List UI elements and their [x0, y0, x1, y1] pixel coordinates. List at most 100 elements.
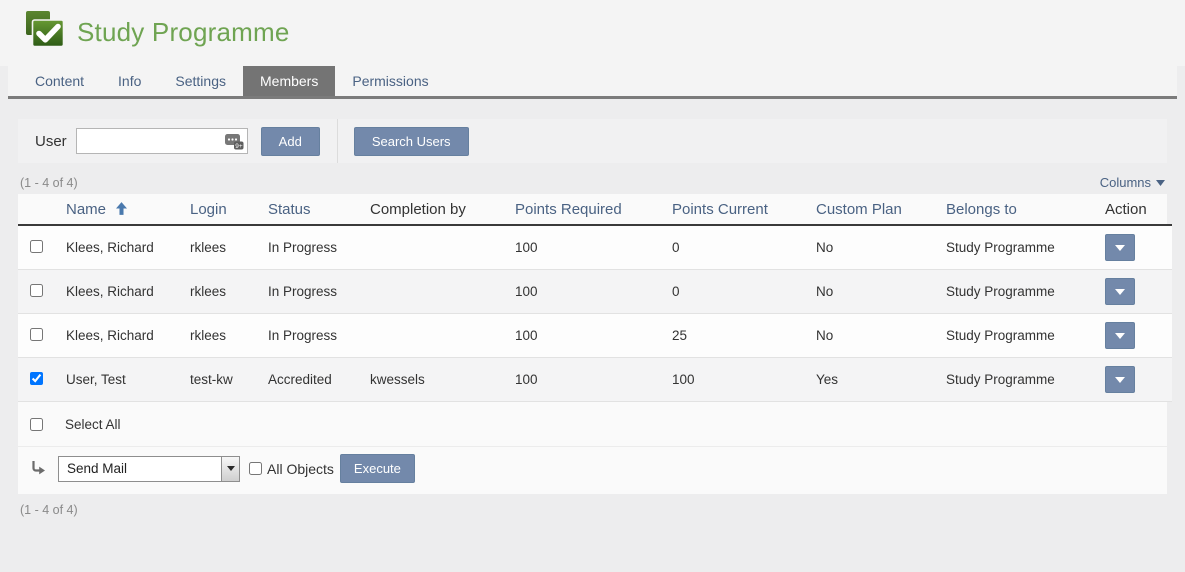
- member-points-current-cell: 0: [662, 270, 806, 314]
- row-select-checkbox[interactable]: [30, 372, 43, 385]
- add-button[interactable]: Add: [261, 127, 320, 156]
- members-table: Name Login Status Completion by Points R…: [18, 194, 1172, 402]
- member-belongs-to-cell: Study Programme: [936, 270, 1095, 314]
- column-header-completion-by: Completion by: [360, 194, 505, 225]
- pagination-top: (1 - 4 of 4): [20, 176, 78, 190]
- tab-bar: Content Info Settings Members Permission…: [8, 66, 1177, 99]
- all-objects-checkbox[interactable]: [249, 462, 262, 475]
- member-custom-plan-cell: Yes: [806, 358, 936, 402]
- svg-text:9+: 9+: [235, 143, 243, 150]
- member-status-cell: In Progress: [258, 225, 360, 270]
- select-all-checkbox[interactable]: [30, 418, 43, 431]
- page-header: Study Programme: [0, 0, 1185, 66]
- row-select-checkbox[interactable]: [30, 328, 43, 341]
- user-field-label: User: [35, 133, 67, 150]
- bulk-actions-row: Send Mail All Objects Execute: [18, 446, 1167, 494]
- member-status-cell: In Progress: [258, 314, 360, 358]
- column-header-status[interactable]: Status: [258, 194, 360, 225]
- table-meta-row: (1 - 4 of 4) Columns: [20, 175, 1165, 190]
- member-login-cell: rklees: [180, 314, 258, 358]
- member-belongs-to-cell: Study Programme: [936, 225, 1095, 270]
- member-name-cell: Klees, Richard: [56, 225, 180, 270]
- members-table-body: Klees, Richard rklees In Progress 100 0 …: [18, 225, 1172, 402]
- row-select-checkbox[interactable]: [30, 240, 43, 253]
- caret-down-icon: [1115, 377, 1125, 383]
- sort-ascending-icon: [116, 202, 127, 215]
- member-points-current-cell: 0: [662, 225, 806, 270]
- row-actions-dropdown-button[interactable]: [1105, 278, 1135, 305]
- pagination-bottom: (1 - 4 of 4): [20, 503, 1165, 517]
- caret-down-icon: [1115, 289, 1125, 295]
- caret-down-icon: [227, 466, 235, 471]
- caret-down-icon: [1115, 245, 1125, 251]
- all-objects-label: All Objects: [267, 461, 334, 477]
- member-row: Klees, Richard rklees In Progress 100 0 …: [18, 225, 1172, 270]
- apply-to-selection-arrow-icon: [30, 460, 46, 481]
- search-users-button[interactable]: Search Users: [354, 127, 469, 156]
- user-toolbar: User 9+ Add Search Users: [18, 119, 1167, 163]
- member-custom-plan-cell: No: [806, 225, 936, 270]
- member-login-cell: test-kw: [180, 358, 258, 402]
- member-status-cell: In Progress: [258, 270, 360, 314]
- column-header-login[interactable]: Login: [180, 194, 258, 225]
- bulk-action-select[interactable]: Send Mail: [58, 456, 240, 482]
- member-row: Klees, Richard rklees In Progress 100 0 …: [18, 270, 1172, 314]
- study-programme-icon: [25, 10, 65, 55]
- member-belongs-to-cell: Study Programme: [936, 314, 1095, 358]
- member-points-required-cell: 100: [505, 314, 662, 358]
- column-header-name-label: Name: [66, 201, 106, 218]
- member-custom-plan-cell: No: [806, 270, 936, 314]
- column-header-points-required[interactable]: Points Required: [505, 194, 662, 225]
- member-points-required-cell: 100: [505, 270, 662, 314]
- execute-button[interactable]: Execute: [340, 454, 415, 483]
- member-points-required-cell: 100: [505, 358, 662, 402]
- tab-content[interactable]: Content: [18, 66, 101, 96]
- row-actions-dropdown-button[interactable]: [1105, 322, 1135, 349]
- tab-members[interactable]: Members: [243, 66, 335, 96]
- user-autocomplete-icon: 9+: [224, 133, 244, 155]
- column-header-custom-plan[interactable]: Custom Plan: [806, 194, 936, 225]
- column-header-name[interactable]: Name: [56, 194, 180, 225]
- member-custom-plan-cell: No: [806, 314, 936, 358]
- page-title: Study Programme: [77, 17, 290, 48]
- table-header-row: Name Login Status Completion by Points R…: [18, 194, 1172, 225]
- caret-down-icon: [1115, 333, 1125, 339]
- row-actions-dropdown-button[interactable]: [1105, 366, 1135, 393]
- tab-info[interactable]: Info: [101, 66, 158, 96]
- member-login-cell: rklees: [180, 270, 258, 314]
- member-completion-by-cell: kwessels: [360, 358, 505, 402]
- member-points-required-cell: 100: [505, 225, 662, 270]
- chevron-down-icon: [1156, 180, 1165, 186]
- toolbar-separator: [337, 119, 338, 163]
- member-points-current-cell: 25: [662, 314, 806, 358]
- tab-settings[interactable]: Settings: [158, 66, 243, 96]
- row-select-checkbox[interactable]: [30, 284, 43, 297]
- select-all-label: Select All: [65, 417, 121, 432]
- select-all-row: Select All: [18, 402, 1167, 446]
- member-points-current-cell: 100: [662, 358, 806, 402]
- members-table-container: Name Login Status Completion by Points R…: [18, 194, 1167, 494]
- user-search-input[interactable]: [76, 128, 248, 154]
- member-name-cell: Klees, Richard: [56, 270, 180, 314]
- member-row: Klees, Richard rklees In Progress 100 25…: [18, 314, 1172, 358]
- member-belongs-to-cell: Study Programme: [936, 358, 1095, 402]
- header-checkbox-spacer: [18, 194, 56, 225]
- column-header-action: Action: [1095, 194, 1172, 225]
- columns-dropdown-label: Columns: [1100, 175, 1151, 190]
- member-name-cell: User, Test: [56, 358, 180, 402]
- row-actions-dropdown-button[interactable]: [1105, 234, 1135, 261]
- member-row: User, Test test-kw Accredited kwessels 1…: [18, 358, 1172, 402]
- member-completion-by-cell: [360, 225, 505, 270]
- bulk-action-selected-value: Send Mail: [59, 461, 127, 476]
- member-name-cell: Klees, Richard: [56, 314, 180, 358]
- all-objects-option: All Objects: [249, 461, 334, 477]
- member-completion-by-cell: [360, 314, 505, 358]
- member-completion-by-cell: [360, 270, 505, 314]
- column-header-points-current[interactable]: Points Current: [662, 194, 806, 225]
- tab-permissions[interactable]: Permissions: [335, 66, 445, 96]
- member-status-cell: Accredited: [258, 358, 360, 402]
- column-header-belongs-to[interactable]: Belongs to: [936, 194, 1095, 225]
- member-login-cell: rklees: [180, 225, 258, 270]
- columns-dropdown[interactable]: Columns: [1100, 175, 1165, 190]
- select-dropdown-button[interactable]: [221, 457, 239, 481]
